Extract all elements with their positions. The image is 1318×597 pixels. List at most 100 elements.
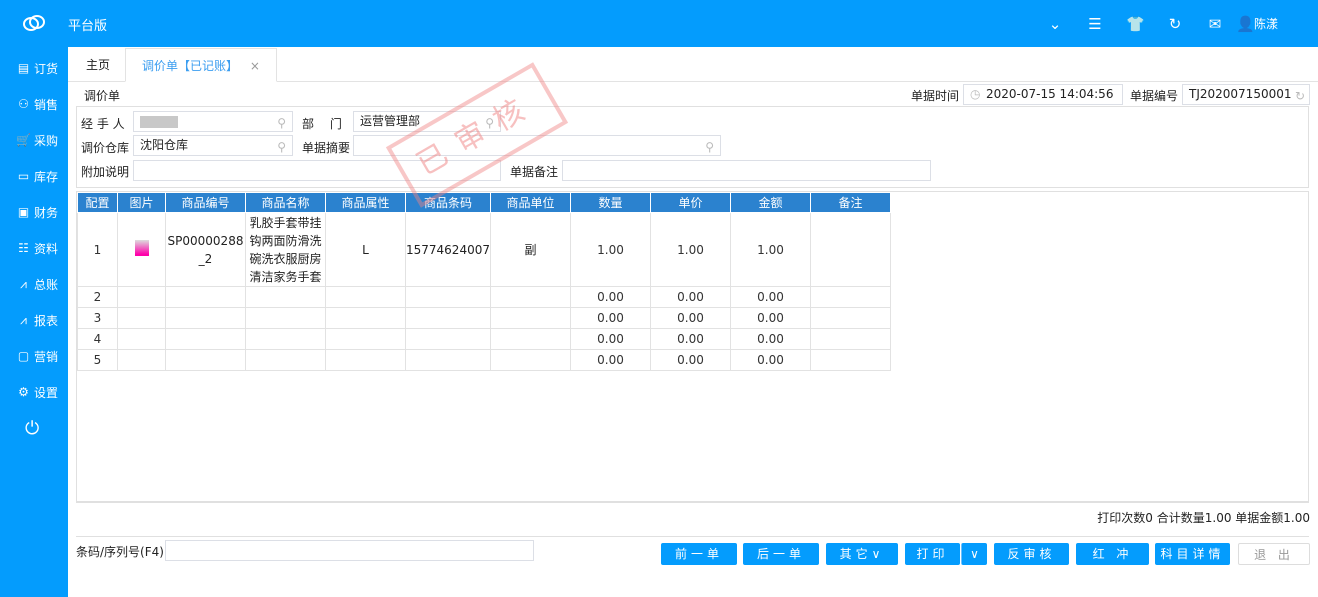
table-cell[interactable] <box>489 307 571 329</box>
table-cell[interactable] <box>165 328 246 350</box>
table-cell[interactable] <box>325 286 406 308</box>
table-cell[interactable] <box>245 328 326 350</box>
table-cell[interactable] <box>405 328 491 350</box>
table-cell[interactable] <box>809 307 891 329</box>
table-cell[interactable]: 15774624007 <box>405 212 491 287</box>
table-cell[interactable] <box>245 349 326 371</box>
mail-icon[interactable]: ✉ <box>1206 15 1224 33</box>
search-icon[interactable]: ⚲ <box>277 138 286 155</box>
table-cell[interactable]: SP00000288_2 <box>165 212 246 287</box>
table-cell[interactable]: 0.00 <box>569 349 651 371</box>
table-cell[interactable] <box>117 212 166 287</box>
no-field[interactable]: TJ202007150001 ↻ <box>1182 84 1310 105</box>
sidebar-item-1[interactable]: ⚇ 销售 <box>0 92 68 116</box>
footer-button-2[interactable]: 其它∨ <box>826 543 898 565</box>
footer-button-0[interactable]: 前一单 <box>661 543 737 565</box>
table-cell[interactable] <box>809 349 891 371</box>
square-chevron-icon[interactable]: ⌄ <box>1046 15 1064 33</box>
table-cell[interactable]: 1.00 <box>649 212 731 287</box>
table-cell[interactable]: 1 <box>77 212 118 287</box>
table-cell[interactable]: 0.00 <box>649 349 731 371</box>
table-cell[interactable] <box>325 307 406 329</box>
product-thumbnail[interactable] <box>134 240 149 256</box>
column-header[interactable]: 商品名称 <box>245 192 326 213</box>
table-row[interactable]: 4 0.00 0.00 0.00 <box>77 328 891 350</box>
table-cell[interactable]: 0.00 <box>569 307 651 329</box>
time-field[interactable]: ◷ 2020-07-15 14:04:56 <box>963 84 1123 105</box>
search-icon[interactable]: ⚲ <box>705 138 714 155</box>
table-cell[interactable]: 4 <box>77 328 118 350</box>
tab-home[interactable]: 主页 <box>70 48 126 82</box>
sidebar-item-4[interactable]: ▣ 财务 <box>0 200 68 224</box>
column-header[interactable]: 数量 <box>569 192 651 213</box>
column-header[interactable]: 单价 <box>649 192 731 213</box>
table-cell[interactable]: 0.00 <box>649 307 731 329</box>
footer-button-1[interactable]: 后一单 <box>743 543 819 565</box>
table-cell[interactable]: 副 <box>489 212 571 287</box>
column-header[interactable]: 商品单位 <box>489 192 571 213</box>
table-cell[interactable] <box>117 349 166 371</box>
table-cell[interactable]: 0.00 <box>649 286 731 308</box>
column-header[interactable]: 配置 <box>77 192 118 213</box>
table-cell[interactable] <box>165 349 246 371</box>
table-cell[interactable] <box>809 212 891 287</box>
footer-button-5[interactable]: 红 冲 <box>1076 543 1149 565</box>
search-icon[interactable]: ⚲ <box>277 114 286 131</box>
table-cell[interactable]: 0.00 <box>569 286 651 308</box>
column-header[interactable]: 备注 <box>809 192 891 213</box>
table-cell[interactable]: 乳胶手套带挂钩两面防滑洗碗洗衣服厨房清洁家务手套 <box>245 212 326 287</box>
footer-button-3[interactable]: 打印 <box>905 543 960 565</box>
table-cell[interactable]: 0.00 <box>569 328 651 350</box>
footer-button-7[interactable]: 退 出 <box>1238 543 1310 565</box>
table-cell[interactable] <box>489 349 571 371</box>
shirt-icon[interactable]: 👕 <box>1126 15 1145 33</box>
table-cell[interactable] <box>809 286 891 308</box>
table-cell[interactable]: 1.00 <box>569 212 651 287</box>
table-cell[interactable] <box>809 328 891 350</box>
table-cell[interactable] <box>117 328 166 350</box>
column-header[interactable]: 商品属性 <box>325 192 406 213</box>
table-cell[interactable]: 3 <box>77 307 118 329</box>
table-cell[interactable] <box>117 286 166 308</box>
column-header[interactable]: 图片 <box>117 192 166 213</box>
table-cell[interactable]: 0.00 <box>729 349 811 371</box>
sidebar-item-7[interactable]: ⩘ 报表 <box>0 308 68 332</box>
footer-button-6[interactable]: 科目详情 <box>1155 543 1230 565</box>
warehouse-field[interactable]: 沈阳仓库 ⚲ <box>133 135 293 156</box>
table-cell[interactable] <box>405 286 491 308</box>
footer-button-4[interactable]: 反审核 <box>994 543 1069 565</box>
close-icon[interactable]: × <box>250 59 260 73</box>
table-cell[interactable] <box>117 307 166 329</box>
table-cell[interactable] <box>165 307 246 329</box>
power-icon[interactable]: ⏻ <box>25 418 39 439</box>
sidebar-item-6[interactable]: ⩘ 总账 <box>0 272 68 296</box>
table-cell[interactable] <box>405 307 491 329</box>
table-row[interactable]: 1 SP00000288_2 乳胶手套带挂钩两面防滑洗碗洗衣服厨房清洁家务手套 L 15… <box>77 212 891 287</box>
table-cell[interactable]: 1.00 <box>729 212 811 287</box>
sidebar-item-0[interactable]: ▤ 订货 <box>0 56 68 80</box>
table-row[interactable]: 3 0.00 0.00 0.00 <box>77 307 891 329</box>
table-cell[interactable]: L <box>325 212 406 287</box>
table-cell[interactable]: 5 <box>77 349 118 371</box>
table-row[interactable]: 2 0.00 0.00 0.00 <box>77 286 891 308</box>
refresh-icon[interactable]: ↻ <box>1166 15 1184 33</box>
sidebar-item-5[interactable]: ☷ 资料 <box>0 236 68 260</box>
table-cell[interactable] <box>325 349 406 371</box>
barcode-input[interactable] <box>165 540 534 561</box>
table-cell[interactable]: 0.00 <box>649 328 731 350</box>
table-cell[interactable] <box>489 328 571 350</box>
table-cell[interactable] <box>245 307 326 329</box>
sidebar-item-8[interactable]: ▢ 营销 <box>0 344 68 368</box>
table-cell[interactable] <box>489 286 571 308</box>
handler-field[interactable]: ⚲ <box>133 111 293 132</box>
column-header[interactable]: 商品编号 <box>165 192 246 213</box>
column-header[interactable]: 金额 <box>729 192 811 213</box>
table-cell[interactable]: 0.00 <box>729 307 811 329</box>
table-cell[interactable]: 2 <box>77 286 118 308</box>
tab-price-adjust[interactable]: 调价单【已记账】 × <box>125 48 277 82</box>
table-cell[interactable] <box>325 328 406 350</box>
remark-field[interactable] <box>562 160 931 181</box>
table-cell[interactable]: 0.00 <box>729 286 811 308</box>
table-cell[interactable] <box>405 349 491 371</box>
menu-icon[interactable]: ☰ <box>1086 15 1104 33</box>
